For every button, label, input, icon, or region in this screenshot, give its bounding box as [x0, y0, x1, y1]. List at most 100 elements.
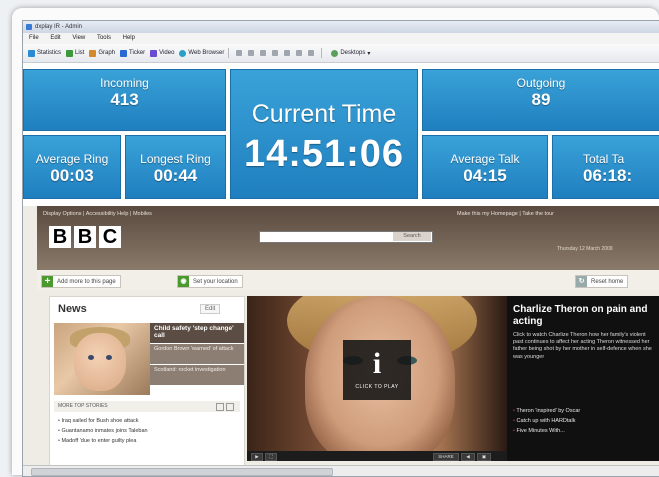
fullscreen-icon[interactable]: ⛶	[265, 453, 277, 461]
list-button[interactable]: List	[66, 49, 85, 57]
redo-icon[interactable]	[308, 50, 315, 56]
current-time-label: Current Time	[251, 100, 397, 128]
volume-icon[interactable]: ◀	[461, 453, 475, 461]
current-time-tile[interactable]: Current Time 14:51:06	[230, 69, 418, 199]
toolbar: Statistics List Graph Ticker Video Web B…	[23, 44, 659, 63]
reset-homepage-button[interactable]: ↻ Reset home	[575, 275, 629, 288]
news-story-link[interactable]: Madoff 'due to enter guilty plea	[58, 438, 136, 444]
total-talk-label: Total Ta	[583, 152, 625, 166]
video-player[interactable]: i CLICK TO PLAY ▶ ⛶ SHARE ◀ ▣	[247, 296, 507, 461]
ticker-label: Ticker	[129, 50, 146, 56]
graph-icon	[89, 49, 97, 57]
news-headline[interactable]: Scotland: rocket investigation	[150, 365, 244, 385]
bbc-logo-letter: B	[74, 226, 96, 248]
menu-help[interactable]: Help	[123, 35, 135, 41]
set-location-button[interactable]: ◉ Set your location	[177, 275, 243, 288]
bbc-logo-letter: C	[99, 226, 121, 248]
popout-icon[interactable]: ▣	[477, 453, 491, 461]
total-talk-tile[interactable]: Total Ta 06:18:	[552, 135, 659, 199]
menu-bar: File Edit View Tools Help	[23, 33, 659, 44]
feature-link[interactable]: Theron 'inspired' by Oscar	[513, 408, 580, 414]
title-bar: dxplay IR - Admin	[23, 21, 659, 33]
incoming-label: Incoming	[100, 76, 149, 90]
video-button[interactable]: Video	[150, 49, 175, 57]
news-story-link[interactable]: Iraq sailed for Bush shoe attack	[58, 418, 138, 424]
news-photo[interactable]	[54, 323, 150, 395]
bbc-logo[interactable]: B B C	[49, 226, 124, 248]
undo-icon[interactable]	[296, 50, 303, 56]
reset-label: Reset home	[591, 278, 624, 285]
more-top-stories[interactable]: MORE TOP STORIES	[54, 401, 240, 412]
menu-tools[interactable]: Tools	[97, 35, 111, 41]
photo-face	[74, 333, 126, 391]
horizontal-scrollbar[interactable]	[23, 465, 659, 476]
news-title: News	[58, 303, 87, 315]
average-talk-label: Average Talk	[450, 152, 520, 166]
video-icon	[150, 49, 158, 57]
average-ring-label: Average Ring	[35, 152, 109, 166]
feature-link[interactable]: Five Minutes With...	[513, 428, 564, 434]
photo-eye	[106, 355, 112, 360]
photo-eye	[88, 355, 94, 360]
ticker-button[interactable]: Ticker	[120, 49, 146, 57]
share-button[interactable]: SHARE	[433, 453, 459, 461]
align-right-icon[interactable]	[260, 50, 267, 56]
graph-label: Graph	[98, 50, 116, 56]
bbc-top-right-links[interactable]: Make this my Homepage | Take the tour	[457, 211, 554, 217]
bbc-date: Thursday 12 March 2009	[557, 246, 613, 252]
statistics-label: Statistics	[37, 50, 62, 56]
feature-title[interactable]: Charlize Theron on pain and acting	[513, 304, 653, 328]
toolbar-separator	[321, 48, 323, 58]
menu-view[interactable]: View	[72, 35, 85, 41]
news-headline-active[interactable]: Child safety 'step change' call	[150, 323, 244, 343]
outgoing-tile[interactable]: Outgoing 89	[422, 69, 659, 131]
desktops-button[interactable]: Desktops ▾	[331, 49, 370, 57]
outgoing-value: 89	[531, 90, 551, 109]
video-controls: ▶ ⛶ SHARE ◀ ▣	[247, 451, 507, 461]
add-more-button[interactable]: + Add more to this page	[41, 275, 121, 288]
news-edit-button[interactable]: Edit	[200, 304, 221, 314]
customize-bar: + Add more to this page ◉ Set your locat…	[37, 270, 659, 290]
globe-icon	[179, 49, 187, 57]
app-window: dxplay IR - Admin File Edit View Tools H…	[22, 20, 659, 477]
desktops-icon	[331, 49, 339, 57]
incoming-value: 413	[110, 90, 139, 109]
desktops-label: Desktops	[340, 50, 366, 56]
add-more-label: Add more to this page	[57, 278, 116, 285]
web-browser-panel: Display Options | Accessibility Help | M…	[23, 206, 659, 476]
ticker-icon	[120, 49, 128, 57]
window-title: dxplay IR - Admin	[35, 24, 83, 30]
average-ring-tile[interactable]: Average Ring 00:03	[23, 135, 121, 199]
module-controls[interactable]	[214, 403, 234, 416]
news-module: News Edit Child safety 'step change' cal…	[49, 296, 245, 476]
outgoing-label: Outgoing	[516, 76, 566, 90]
video-label: Video	[159, 50, 175, 56]
bbc-search-button[interactable]: Search	[393, 232, 431, 241]
statistics-button[interactable]: Statistics	[28, 49, 62, 57]
bbc-top-links[interactable]: Display Options | Accessibility Help | M…	[43, 211, 152, 217]
current-time-value: 14:51:06	[243, 133, 405, 175]
feature-link[interactable]: Catch up with HARDtalk	[513, 418, 575, 424]
grid-icon[interactable]	[272, 50, 279, 56]
graph-button[interactable]: Graph	[89, 49, 116, 57]
lock-icon[interactable]	[284, 50, 291, 56]
menu-edit[interactable]: Edit	[50, 35, 60, 41]
list-label: List	[75, 50, 85, 56]
longest-ring-label: Longest Ring	[140, 152, 211, 166]
align-left-icon[interactable]	[236, 50, 243, 56]
click-to-play-button[interactable]: i CLICK TO PLAY	[343, 340, 411, 400]
average-talk-value: 04:15	[463, 166, 507, 185]
align-center-icon[interactable]	[248, 50, 255, 56]
longest-ring-tile[interactable]: Longest Ring 00:44	[125, 135, 226, 199]
iplayer-icon: i	[372, 347, 382, 380]
location-icon: ◉	[178, 276, 189, 287]
news-story-link[interactable]: Guantanamo inmates joins Taleban	[58, 428, 147, 434]
web-browser-button[interactable]: Web Browser	[179, 49, 224, 57]
news-headline[interactable]: Gordon Brown 'warned' of attack	[150, 344, 244, 364]
incoming-tile[interactable]: Incoming 413	[23, 69, 226, 131]
average-talk-tile[interactable]: Average Talk 04:15	[422, 135, 548, 199]
toolbar-separator	[228, 48, 230, 58]
menu-file[interactable]: File	[29, 35, 39, 41]
bbc-header: Display Options | Accessibility Help | M…	[37, 206, 659, 270]
play-icon[interactable]: ▶	[251, 453, 263, 461]
